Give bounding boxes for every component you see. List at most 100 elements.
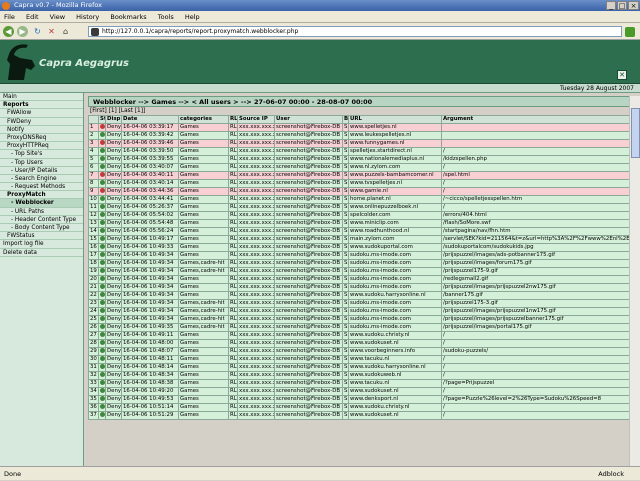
menu-view[interactable]: View xyxy=(50,13,65,21)
go-icon[interactable] xyxy=(625,27,635,37)
categories-cell: Games xyxy=(179,204,229,212)
categories-cell: Games xyxy=(179,212,229,220)
menu-file[interactable]: File xyxy=(4,13,15,21)
sidebar-item[interactable]: - URL Paths xyxy=(0,208,83,216)
table-row[interactable]: 16Deny16-04-06 10:49:33GamesRLxxx.xxx.xx… xyxy=(89,244,640,252)
table-row[interactable]: 30Deny16-04-06 10:48:11GamesRLxxx.xxx.xx… xyxy=(89,356,640,364)
sidebar-item[interactable]: Reports xyxy=(0,101,83,109)
col-header-user[interactable]: User xyxy=(275,116,343,124)
sidebar-item[interactable]: FWAllow xyxy=(0,109,83,117)
col-header-disp[interactable]: Disp xyxy=(106,116,122,124)
table-row[interactable]: 25Deny16-04-06 10:49:34Games,cadre-hitRL… xyxy=(89,316,640,324)
header-close-icon[interactable]: ✕ xyxy=(617,70,627,80)
table-row[interactable]: 23Deny16-04-06 10:49:34Games,cadre-hitRL… xyxy=(89,300,640,308)
table-row[interactable]: 28Deny16-04-06 10:48:00GamesRLxxx.xxx.xx… xyxy=(89,340,640,348)
table-row[interactable]: 27Deny16-04-06 10:49:11GamesRLxxx.xxx.xx… xyxy=(89,332,640,340)
table-row[interactable]: 18Deny16-04-06 10:49:34Games,cadre-hitRL… xyxy=(89,260,640,268)
sidebar-item[interactable]: Delete data xyxy=(0,249,83,257)
table-row[interactable]: 33Deny16-04-06 10:48:38GamesRLxxx.xxx.xx… xyxy=(89,380,640,388)
table-row[interactable]: 19Deny16-04-06 10:49:34Games,cadre-hitRL… xyxy=(89,268,640,276)
col-header-categories[interactable]: categories xyxy=(179,116,229,124)
sidebar-item[interactable]: Main xyxy=(0,93,83,101)
reload-icon[interactable]: ↻ xyxy=(32,26,43,37)
sidebar-item[interactable]: Import log file xyxy=(0,240,83,248)
sidebar-item[interactable]: - Request Methods xyxy=(0,183,83,191)
url-cell: www.sudokuset.nl xyxy=(349,388,442,396)
table-row[interactable]: 20Deny16-04-06 10:49:34GamesRLxxx.xxx.xx… xyxy=(89,276,640,284)
categories-cell: Games xyxy=(179,348,229,356)
table-row[interactable]: 29Deny16-04-06 10:48:07GamesRLxxx.xxx.xx… xyxy=(89,348,640,356)
sidebar-item[interactable]: - Search Engine xyxy=(0,175,83,183)
table-row[interactable]: 12Deny16-04-06 05:54:02GamesRLxxx.xxx.xx… xyxy=(89,212,640,220)
disposition-cell: Deny xyxy=(106,148,122,156)
sidebar-item[interactable]: FWDeny xyxy=(0,118,83,126)
table-row[interactable]: 13Deny16-04-06 05:54:48GamesRLxxx.xxx.xx… xyxy=(89,220,640,228)
menu-help[interactable]: Help xyxy=(185,13,200,21)
sidebar-item[interactable]: - Top Site's xyxy=(0,150,83,158)
pager[interactable]: [First] [1] [Last [1]] xyxy=(88,107,640,115)
sidebar-item[interactable]: - User/IP Details xyxy=(0,167,83,175)
col-header-b[interactable]: B xyxy=(343,116,349,124)
menu-tools[interactable]: Tools xyxy=(158,13,174,21)
rl-cell: RL xyxy=(229,124,238,132)
stop-icon[interactable]: ✕ xyxy=(46,26,57,37)
sidebar-item[interactable]: FWStatus xyxy=(0,232,83,240)
menu-history[interactable]: History xyxy=(76,13,99,21)
table-row[interactable]: 2Deny16-04-06 03:39:42GamesRLxxx.xxx.xxx… xyxy=(89,132,640,140)
sidebar-item[interactable]: ProxyMatch xyxy=(0,191,83,199)
home-icon[interactable]: ⌂ xyxy=(60,26,71,37)
table-row[interactable]: 11Deny16-04-06 05:26:37GamesRLxxx.xxx.xx… xyxy=(89,204,640,212)
forward-arrow-icon[interactable]: ▶ xyxy=(17,26,28,37)
table-row[interactable]: 9Deny16-04-06 03:44:36GamesRLxxx.xxx.xxx… xyxy=(89,188,640,196)
table-row[interactable]: 5Deny16-04-06 03:39:55GamesRLxxx.xxx.xxx… xyxy=(89,156,640,164)
url-cell: www.puzzels-bambamcomer.nl xyxy=(349,172,442,180)
sidebar-item[interactable]: - Header Content Type xyxy=(0,216,83,224)
sidebar-item[interactable]: - Body Content Type xyxy=(0,224,83,232)
categories-cell: Games xyxy=(179,180,229,188)
table-row[interactable]: 6Deny16-04-06 03:40:07GamesRLxxx.xxx.xxx… xyxy=(89,164,640,172)
maximize-button[interactable]: □ xyxy=(617,1,627,10)
table-row[interactable]: 32Deny16-04-06 10:48:34GamesRLxxx.xxx.xx… xyxy=(89,372,640,380)
table-row[interactable]: 4Deny16-04-06 03:39:50GamesRLxxx.xxx.xxx… xyxy=(89,148,640,156)
table-row[interactable]: 37Deny16-04-06 10:51:29GamesRLxxx.xxx.xx… xyxy=(89,412,640,420)
close-button[interactable]: × xyxy=(628,1,639,10)
col-header-argument[interactable]: Argument xyxy=(442,116,640,124)
table-row[interactable]: 14Deny16-04-06 05:56:24GamesRLxxx.xxx.xx… xyxy=(89,228,640,236)
url-bar[interactable]: http://127.0.0.1/capra/reports/report.pr… xyxy=(88,26,622,37)
table-row[interactable]: 31Deny16-04-06 10:48:14GamesRLxxx.xxx.xx… xyxy=(89,364,640,372)
sidebar-item[interactable]: ProxyDNSReq xyxy=(0,134,83,142)
back-arrow-icon[interactable]: ◀ xyxy=(3,26,14,37)
scrollbar-thumb[interactable] xyxy=(631,108,640,158)
menu-bookmarks[interactable]: Bookmarks xyxy=(110,13,146,21)
table-row[interactable]: 35Deny16-04-06 10:49:53GamesRLxxx.xxx.xx… xyxy=(89,396,640,404)
table-row[interactable]: 26Deny16-04-06 10:49:35Games,cadre-hitRL… xyxy=(89,324,640,332)
vertical-scrollbar[interactable] xyxy=(629,96,640,466)
sidebar-item[interactable]: Notify xyxy=(0,126,83,134)
table-row[interactable]: 21Deny16-04-06 10:49:34GamesRLxxx.xxx.xx… xyxy=(89,284,640,292)
table-row[interactable]: 7Deny16-04-06 03:40:11GamesRLxxx.xxx.xxx… xyxy=(89,172,640,180)
table-row[interactable]: 17Deny16-04-06 10:49:34GamesRLxxx.xxx.xx… xyxy=(89,252,640,260)
sidebar-item[interactable]: - Webblocker xyxy=(0,199,83,207)
table-row[interactable]: 8Deny16-04-06 03:40:14GamesRLxxx.xxx.xxx… xyxy=(89,180,640,188)
argument-cell: / xyxy=(442,404,640,412)
col-header-rl[interactable]: RL xyxy=(229,116,238,124)
table-row[interactable]: 22Deny16-04-06 10:49:34GamesRLxxx.xxx.xx… xyxy=(89,292,640,300)
table-row[interactable]: 3Deny16-04-06 03:39:46GamesRLxxx.xxx.xxx… xyxy=(89,140,640,148)
adblock-label[interactable]: Adblock xyxy=(598,467,624,481)
table-row[interactable]: 36Deny16-04-06 10:51:14GamesRLxxx.xxx.xx… xyxy=(89,404,640,412)
col-header-status[interactable]: St xyxy=(99,116,106,124)
table-row[interactable]: 1Deny16-04-06 03:39:17GamesRLxxx.xxx.xxx… xyxy=(89,124,640,132)
sidebar-item[interactable]: ProxyHTTPReq xyxy=(0,142,83,150)
row-number-cell: 6 xyxy=(89,164,99,172)
sidebar-item[interactable]: - Top Users xyxy=(0,159,83,167)
table-row[interactable]: 15Deny16-04-06 10:49:17GamesRLxxx.xxx.xx… xyxy=(89,236,640,244)
table-row[interactable]: 10Deny16-04-06 03:44:41GamesRLxxx.xxx.xx… xyxy=(89,196,640,204)
col-header-date[interactable]: Date xyxy=(122,116,179,124)
menu-edit[interactable]: Edit xyxy=(26,13,39,21)
table-row[interactable]: 24Deny16-04-06 10:49:34Games,cadre-hitRL… xyxy=(89,308,640,316)
source-ip-cell: xxx.xxx.xxx.xxx xyxy=(238,316,275,324)
minimize-button[interactable]: _ xyxy=(606,1,616,10)
col-header-url[interactable]: URL xyxy=(349,116,442,124)
col-header-source-ip[interactable]: Source IP xyxy=(238,116,275,124)
table-row[interactable]: 34Deny16-04-06 10:49:20GamesRLxxx.xxx.xx… xyxy=(89,388,640,396)
